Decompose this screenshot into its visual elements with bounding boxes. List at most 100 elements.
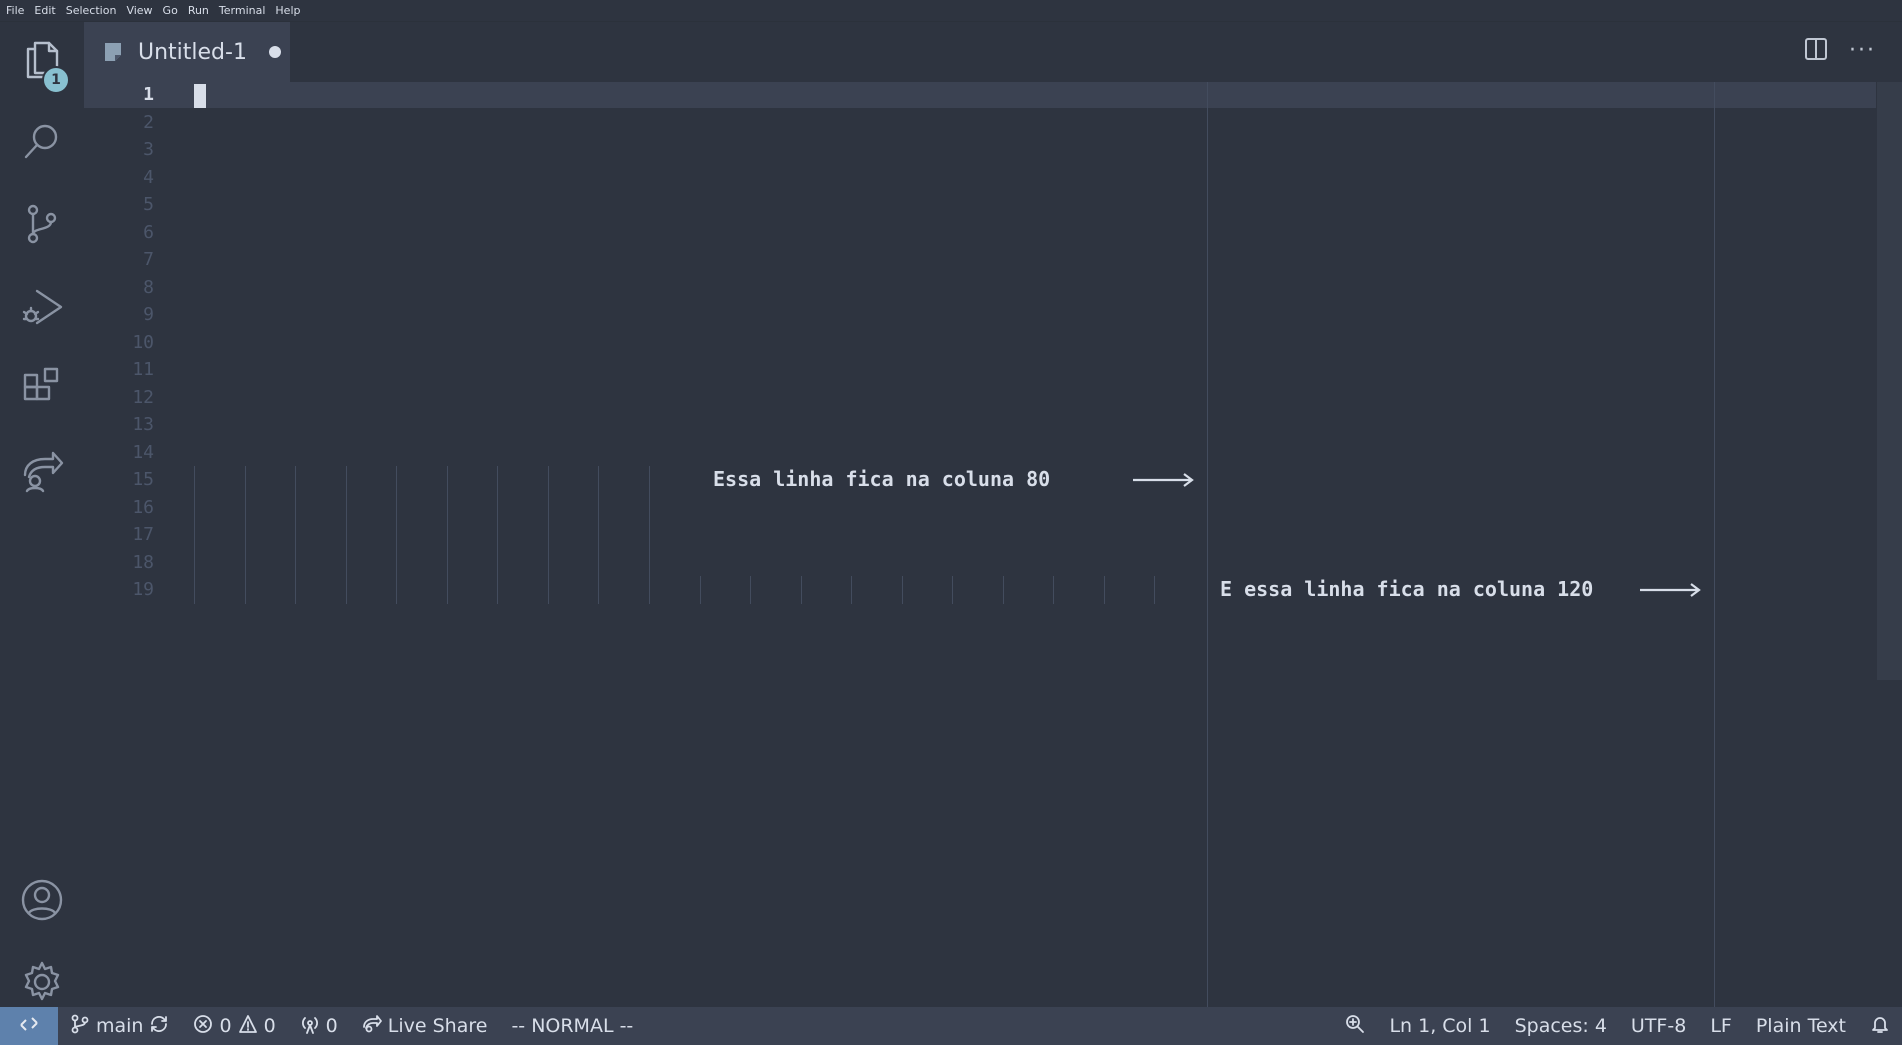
vim-mode: -- NORMAL -- xyxy=(511,1015,634,1037)
remote-indicator[interactable] xyxy=(0,1007,58,1045)
menu-terminal[interactable]: Terminal xyxy=(219,4,266,17)
explorer-button[interactable]: 1 xyxy=(0,22,84,102)
line-number: 4 xyxy=(143,166,154,188)
indent-guide xyxy=(801,576,802,604)
live-share-icon xyxy=(19,447,65,497)
tab-label: Untitled-1 xyxy=(138,39,247,65)
line-number: 3 xyxy=(143,139,154,160)
menu-selection[interactable]: Selection xyxy=(66,4,117,17)
indent-guide xyxy=(851,576,852,604)
line-number: 2 xyxy=(143,111,154,133)
broadcast-icon xyxy=(300,1014,320,1039)
line-number: 15 xyxy=(132,469,154,490)
run-debug-icon xyxy=(19,283,65,333)
end-of-line[interactable]: LF xyxy=(1698,1015,1744,1037)
warning-icon xyxy=(238,1014,258,1039)
menu-run[interactable]: Run xyxy=(188,4,209,17)
indent-guide xyxy=(1003,576,1004,604)
source-control-button[interactable] xyxy=(0,186,84,266)
status-bar: main 0 0 0 Live Share -- NORMAL -- Ln 1,… xyxy=(0,1007,1902,1045)
live-share-button[interactable]: Live Share xyxy=(350,1014,500,1039)
cursor-position[interactable]: Ln 1, Col 1 xyxy=(1377,1015,1502,1037)
zoom-button[interactable] xyxy=(1333,1014,1377,1039)
indent-guide xyxy=(952,576,953,604)
more-actions-icon[interactable]: ··· xyxy=(1849,38,1876,64)
indent-guide xyxy=(346,466,347,604)
line-number: 8 xyxy=(143,276,154,298)
line-number: 17 xyxy=(132,524,154,545)
tab-bar: Untitled-1 ··· xyxy=(84,22,1902,82)
menu-bar: File Edit Selection View Go Run Terminal… xyxy=(0,0,1902,22)
line-number: 10 xyxy=(132,331,154,353)
line-number: 1 xyxy=(143,84,154,105)
line-number: 18 xyxy=(132,551,154,573)
indentation[interactable]: Spaces: 4 xyxy=(1503,1015,1619,1037)
line-19-text: E essa linha fica na coluna 120 xyxy=(1220,577,1594,601)
branch-indicator[interactable]: main xyxy=(58,1014,181,1039)
error-count: 0 xyxy=(219,1015,232,1037)
extensions-button[interactable] xyxy=(0,350,84,430)
run-debug-button[interactable] xyxy=(0,268,84,348)
line-number: 11 xyxy=(132,359,154,380)
bell-icon xyxy=(1870,1014,1890,1039)
account-icon xyxy=(19,877,65,927)
arrow-icon xyxy=(1132,472,1194,488)
source-control-icon xyxy=(19,201,65,251)
notifications-button[interactable] xyxy=(1858,1014,1902,1039)
line-number: 9 xyxy=(143,304,154,325)
live-share-activity-button[interactable] xyxy=(0,432,84,512)
line-number: 19 xyxy=(132,579,154,600)
extensions-icon xyxy=(19,365,65,415)
editor[interactable]: 1 2 3 4 5 6 7 8 9 10 11 12 13 14 15 16 1… xyxy=(84,82,1902,1007)
menu-go[interactable]: Go xyxy=(163,4,178,17)
line-number: 12 xyxy=(132,386,154,408)
ports-count: 0 xyxy=(325,1015,338,1037)
live-share-status-icon xyxy=(362,1014,382,1039)
line-number: 5 xyxy=(143,194,154,215)
search-button[interactable] xyxy=(0,104,84,184)
menu-view[interactable]: View xyxy=(126,4,152,17)
split-editor-icon[interactable] xyxy=(1803,36,1829,66)
error-icon xyxy=(193,1014,213,1039)
ruler-column-80 xyxy=(1207,82,1208,1007)
remote-icon xyxy=(18,1013,40,1040)
explorer-badge: 1 xyxy=(42,66,70,94)
live-share-label: Live Share xyxy=(387,1015,488,1037)
indent-guide xyxy=(598,466,599,604)
indent-guide xyxy=(194,466,195,604)
text-cursor xyxy=(194,84,206,108)
warning-count: 0 xyxy=(263,1015,276,1037)
unsaved-dot-icon[interactable] xyxy=(268,46,281,58)
branch-name: main xyxy=(96,1015,144,1037)
line-number: 7 xyxy=(143,249,154,270)
line-number: 14 xyxy=(132,441,154,463)
current-line-highlight xyxy=(84,82,1876,108)
search-icon xyxy=(19,119,65,169)
file-icon xyxy=(104,42,122,62)
zoom-icon xyxy=(1345,1014,1365,1039)
gear-icon xyxy=(19,959,65,1009)
problems-indicator[interactable]: 0 0 xyxy=(181,1014,287,1039)
editor-actions: ··· xyxy=(1803,36,1876,66)
line-number: 6 xyxy=(143,221,154,243)
sync-icon[interactable] xyxy=(149,1014,169,1039)
menu-help[interactable]: Help xyxy=(275,4,300,17)
language-mode[interactable]: Plain Text xyxy=(1744,1015,1858,1037)
git-branch-icon xyxy=(70,1014,90,1039)
indent-guide xyxy=(649,466,650,604)
tab-untitled-1[interactable]: Untitled-1 xyxy=(84,22,290,82)
arrow-icon xyxy=(1639,582,1701,598)
encoding[interactable]: UTF-8 xyxy=(1619,1015,1698,1037)
indent-guide xyxy=(700,576,701,604)
indent-guide xyxy=(396,466,397,604)
menu-edit[interactable]: Edit xyxy=(34,4,55,17)
indent-guide xyxy=(1154,576,1155,604)
indent-guide xyxy=(245,466,246,604)
scrollbar-thumb[interactable] xyxy=(1877,82,1902,680)
menu-file[interactable]: File xyxy=(6,4,24,17)
ports-indicator[interactable]: 0 xyxy=(288,1014,350,1039)
indent-guide xyxy=(1104,576,1105,604)
indent-guide xyxy=(1053,576,1054,604)
account-button[interactable] xyxy=(0,862,84,942)
indent-guide xyxy=(902,576,903,604)
